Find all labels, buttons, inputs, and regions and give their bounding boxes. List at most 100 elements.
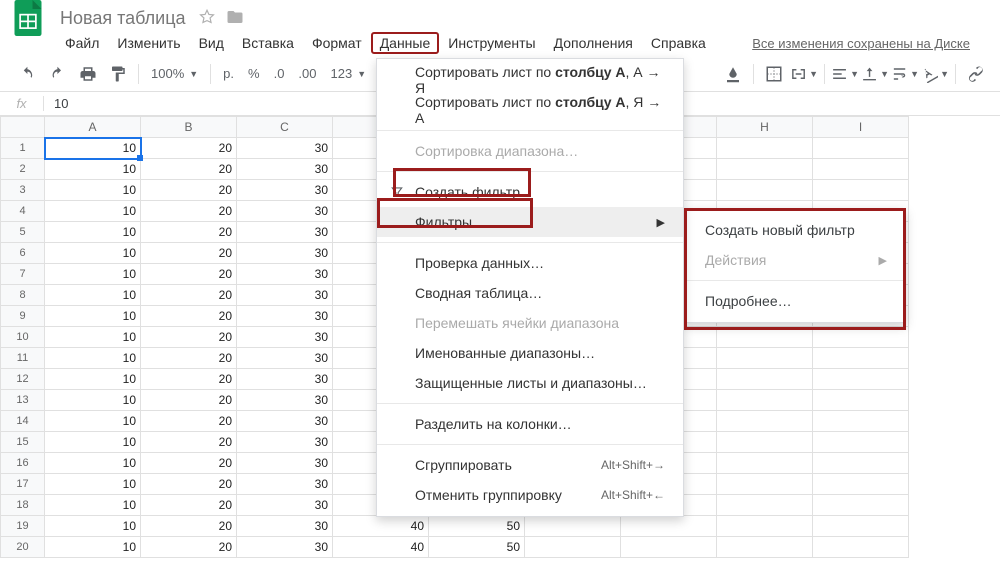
cell[interactable]	[813, 327, 909, 348]
cell[interactable]: 10	[45, 264, 141, 285]
menu-tools[interactable]: Инструменты	[439, 32, 544, 54]
row-header[interactable]: 9	[1, 306, 45, 327]
formula-input[interactable]: 10	[44, 96, 68, 111]
redo-button[interactable]	[44, 60, 72, 88]
cell[interactable]	[621, 516, 717, 537]
percent-button[interactable]: %	[242, 66, 266, 81]
menu-edit[interactable]: Изменить	[108, 32, 189, 54]
cell[interactable]	[813, 474, 909, 495]
col-header[interactable]: I	[813, 117, 909, 138]
cell[interactable]: 10	[45, 285, 141, 306]
row-header[interactable]: 5	[1, 222, 45, 243]
text-rotate-button[interactable]: ▼	[921, 60, 949, 88]
cell[interactable]: 10	[45, 474, 141, 495]
row-header[interactable]: 2	[1, 159, 45, 180]
menu-format[interactable]: Формат	[303, 32, 371, 54]
cell[interactable]	[525, 516, 621, 537]
cell[interactable]: 20	[141, 390, 237, 411]
cell[interactable]: 20	[141, 222, 237, 243]
cell[interactable]: 30	[237, 390, 333, 411]
cell[interactable]: 30	[237, 264, 333, 285]
cell[interactable]: 30	[237, 348, 333, 369]
cell[interactable]: 20	[141, 474, 237, 495]
menu-sort-desc[interactable]: Сортировать лист по столбцу A, Я → А	[377, 95, 683, 125]
cell[interactable]: 30	[237, 327, 333, 348]
menu-data[interactable]: Данные	[371, 32, 440, 54]
cell[interactable]: 40	[333, 537, 429, 558]
dec-decrease-button[interactable]: .0	[268, 66, 291, 81]
cell[interactable]	[813, 390, 909, 411]
row-header[interactable]: 14	[1, 411, 45, 432]
fill-color-button[interactable]	[719, 60, 747, 88]
cell[interactable]	[717, 180, 813, 201]
cell[interactable]: 20	[141, 243, 237, 264]
cell[interactable]: 30	[237, 453, 333, 474]
cell[interactable]	[717, 495, 813, 516]
cell[interactable]	[813, 453, 909, 474]
cell[interactable]	[813, 495, 909, 516]
zoom-select[interactable]: 100%▼	[145, 66, 204, 81]
paint-format-button[interactable]	[104, 60, 132, 88]
cell[interactable]	[813, 432, 909, 453]
menu-create-filter[interactable]: Создать фильтр	[377, 177, 683, 207]
row-header[interactable]: 20	[1, 537, 45, 558]
cell[interactable]: 10	[45, 432, 141, 453]
cell[interactable]	[813, 348, 909, 369]
cell[interactable]: 20	[141, 537, 237, 558]
row-header[interactable]: 18	[1, 495, 45, 516]
col-header[interactable]: B	[141, 117, 237, 138]
cell[interactable]	[813, 537, 909, 558]
cell[interactable]: 30	[237, 138, 333, 159]
undo-button[interactable]	[14, 60, 42, 88]
cell[interactable]: 20	[141, 327, 237, 348]
cell[interactable]: 20	[141, 159, 237, 180]
cell[interactable]	[621, 537, 717, 558]
row-header[interactable]: 13	[1, 390, 45, 411]
menu-file[interactable]: Файл	[56, 32, 108, 54]
cell[interactable]: 30	[237, 180, 333, 201]
submenu-more[interactable]: Подробнее…	[685, 286, 905, 316]
borders-button[interactable]	[760, 60, 788, 88]
cell[interactable]	[813, 369, 909, 390]
cell[interactable]: 10	[45, 453, 141, 474]
cell[interactable]	[717, 348, 813, 369]
cell[interactable]: 20	[141, 369, 237, 390]
star-icon[interactable]	[198, 8, 216, 29]
cell[interactable]: 40	[333, 516, 429, 537]
cell[interactable]: 30	[237, 243, 333, 264]
menu-ungroup[interactable]: Отменить группировку Alt+Shift+←	[377, 480, 683, 510]
cell[interactable]	[717, 474, 813, 495]
cell[interactable]: 30	[237, 285, 333, 306]
cell[interactable]: 50	[429, 516, 525, 537]
cell[interactable]: 30	[237, 222, 333, 243]
cell[interactable]: 10	[45, 411, 141, 432]
link-button[interactable]	[962, 60, 990, 88]
cell[interactable]: 30	[237, 306, 333, 327]
row-header[interactable]: 7	[1, 264, 45, 285]
h-align-button[interactable]: ▼	[831, 60, 859, 88]
menu-insert[interactable]: Вставка	[233, 32, 303, 54]
row-header[interactable]: 17	[1, 474, 45, 495]
submenu-create-new-filter[interactable]: Создать новый фильтр	[685, 215, 905, 245]
cell[interactable]: 10	[45, 537, 141, 558]
cell[interactable]: 50	[429, 537, 525, 558]
cell[interactable]	[813, 138, 909, 159]
row-header[interactable]: 6	[1, 243, 45, 264]
cell[interactable]	[813, 159, 909, 180]
cell[interactable]	[717, 453, 813, 474]
row-header[interactable]: 11	[1, 348, 45, 369]
merge-cells-button[interactable]: ▼	[790, 60, 818, 88]
cell[interactable]	[717, 159, 813, 180]
menu-named-ranges[interactable]: Именованные диапазоны…	[377, 338, 683, 368]
cell[interactable]	[717, 390, 813, 411]
cell[interactable]: 10	[45, 390, 141, 411]
row-header[interactable]: 4	[1, 201, 45, 222]
menu-pivot[interactable]: Сводная таблица…	[377, 278, 683, 308]
cell[interactable]: 30	[237, 432, 333, 453]
cell[interactable]: 10	[45, 159, 141, 180]
number-format-select[interactable]: 123▼	[325, 66, 373, 81]
save-status[interactable]: Все изменения сохранены на Диске	[752, 36, 970, 51]
cell[interactable]	[717, 411, 813, 432]
col-header[interactable]: C	[237, 117, 333, 138]
cell[interactable]: 30	[237, 516, 333, 537]
